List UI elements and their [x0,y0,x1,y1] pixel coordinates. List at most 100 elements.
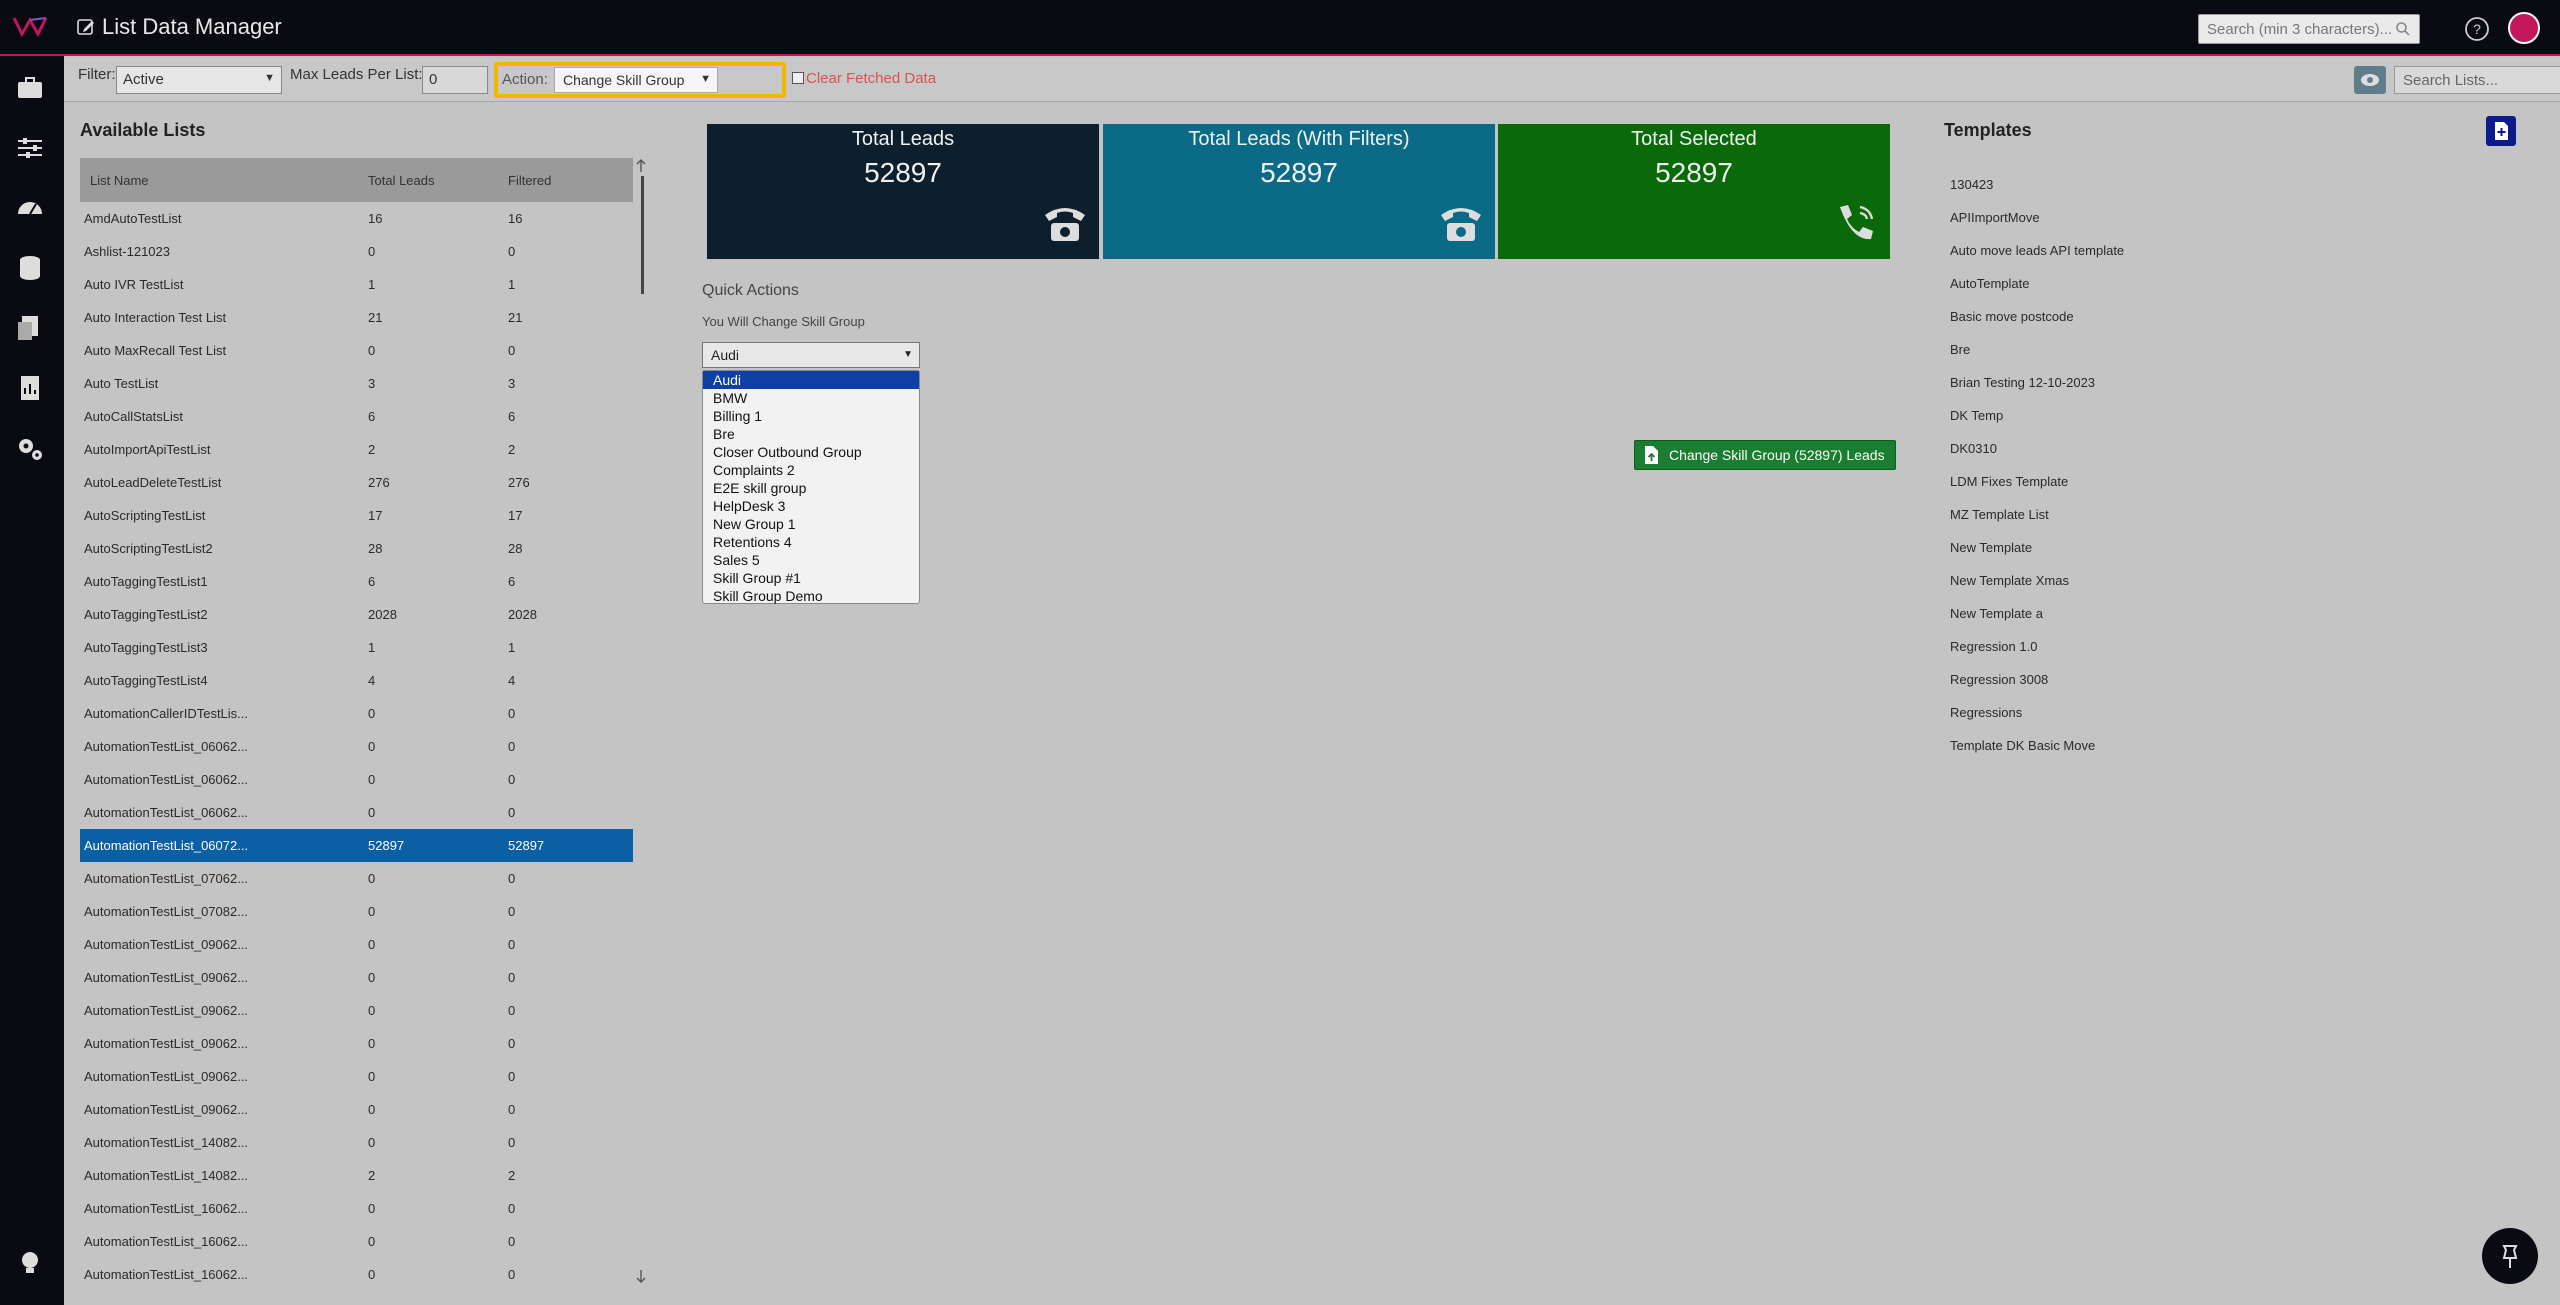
dropdown-option[interactable]: Bre [703,425,919,443]
table-row[interactable]: AutomationTestList_16062... 0 0 [80,1192,633,1225]
table-row[interactable]: Auto IVR TestList 1 1 [80,268,633,301]
table-row[interactable]: AutomationTestList_06062... 0 0 [80,730,633,763]
pin-button[interactable] [2482,1228,2538,1284]
clear-fetched-checkbox[interactable] [792,72,804,84]
template-item[interactable]: DK Temp [1944,399,2514,432]
help-icon[interactable]: ? [2464,16,2490,42]
table-row[interactable]: AutoTaggingTestList1 6 6 [80,565,633,598]
clear-fetched-label[interactable]: Clear Fetched Data [806,70,936,87]
dropdown-option[interactable]: New Group 1 [703,515,919,533]
template-item[interactable]: APIImportMove [1944,201,2514,234]
dropdown-option[interactable]: Complaints 2 [703,461,919,479]
table-row[interactable]: AutomationTestList_06072... 52897 52897 [80,829,633,862]
sliders-icon[interactable] [14,132,46,164]
skill-group-select[interactable]: Audi ▼ [702,342,920,368]
table-row[interactable]: AutoTaggingTestList4 4 4 [80,664,633,697]
dropdown-option[interactable]: E2E skill group [703,479,919,497]
template-item[interactable]: 130423 [1944,168,2514,201]
dropdown-option[interactable]: Closer Outbound Group [703,443,919,461]
scrollbar-thumb[interactable] [641,176,644,294]
action-label: Action: [502,71,548,88]
change-skill-group-button[interactable]: Change Skill Group (52897) Leads [1634,440,1896,470]
template-item[interactable]: New Template a [1944,597,2514,630]
support-icon[interactable] [14,1246,46,1278]
toggle-visibility-button[interactable] [2354,66,2386,94]
template-item[interactable]: AutoTemplate [1944,267,2514,300]
template-item[interactable]: Regression 3008 [1944,663,2514,696]
table-row[interactable]: AutomationTestList_16062... 0 0 [80,1258,633,1286]
briefcase-icon[interactable] [14,72,46,104]
global-search-input[interactable]: Search (min 3 characters)... [2198,14,2420,44]
column-header-filtered[interactable]: Filtered [504,173,624,188]
filtered-cell: 0 [508,904,516,919]
filter-select[interactable]: Active ▼ [116,66,282,94]
template-item[interactable]: Regressions [1944,696,2514,729]
list-scrollbar[interactable] [636,158,646,1284]
table-row[interactable]: Auto MaxRecall Test List 0 0 [80,334,633,367]
table-row[interactable]: AutomationTestList_07062... 0 0 [80,862,633,895]
dropdown-option[interactable]: Skill Group Demo [703,587,919,605]
table-row[interactable]: Auto Interaction Test List 21 21 [80,301,633,334]
dropdown-option[interactable]: Sales 5 [703,551,919,569]
dropdown-option[interactable]: Retentions 4 [703,533,919,551]
table-row[interactable]: AutomationTestList_06062... 0 0 [80,796,633,829]
table-row[interactable]: AutoScriptingTestList2 28 28 [80,532,633,565]
files-icon[interactable] [14,312,46,344]
dashboard-icon[interactable] [14,192,46,224]
table-row[interactable]: AutoTaggingTestList2 2028 2028 [80,598,633,631]
table-row[interactable]: AutomationTestList_14082... 0 0 [80,1126,633,1159]
table-row[interactable]: AutomationTestList_07082... 0 0 [80,895,633,928]
table-row[interactable]: AutomationTestList_06062... 0 0 [80,763,633,796]
user-avatar[interactable] [2508,12,2540,44]
table-row[interactable]: AutomationTestList_09062... 0 0 [80,961,633,994]
database-icon[interactable] [14,252,46,284]
table-row[interactable]: AutomationTestList_14082... 2 2 [80,1159,633,1192]
max-leads-input[interactable]: 0 [422,66,488,94]
table-row[interactable]: AutomationTestList_09062... 0 0 [80,1060,633,1093]
template-item[interactable]: DK0310 [1944,432,2514,465]
template-item[interactable]: Auto move leads API template [1944,234,2514,267]
dropdown-option[interactable]: BMW [703,389,919,407]
template-item[interactable]: New Template Xmas [1944,564,2514,597]
table-body: AmdAutoTestList 16 16 Ashlist-121023 0 0 Auto … [80,202,633,1286]
template-item[interactable]: LDM Fixes Template [1944,465,2514,498]
column-header-list-name[interactable]: List Name [80,173,364,188]
template-item[interactable]: Bre [1944,333,2514,366]
table-row[interactable]: AutomationTestList_09062... 0 0 [80,994,633,1027]
table-row[interactable]: AutomationTestList_09062... 0 0 [80,1027,633,1060]
add-template-button[interactable] [2486,116,2516,146]
pin-icon [2502,1245,2518,1268]
template-item[interactable]: Regression 1.0 [1944,630,2514,663]
table-row[interactable]: AutomationTestList_09062... 0 0 [80,928,633,961]
template-item[interactable]: Template DK Basic Move [1944,729,2514,762]
settings-icon[interactable] [14,432,46,464]
table-row[interactable]: AmdAutoTestList 16 16 [80,202,633,235]
total-leads-cell: 0 [368,343,376,358]
table-row[interactable]: AutoTaggingTestList3 1 1 [80,631,633,664]
table-row[interactable]: AutoScriptingTestList 17 17 [80,499,633,532]
table-row[interactable]: AutoCallStatsList 6 6 [80,400,633,433]
total-leads-cell: 21 [368,310,383,325]
column-header-total-leads[interactable]: Total Leads [364,173,504,188]
table-row[interactable]: AutomationCallerIDTestLis... 0 0 [80,697,633,730]
app-logo[interactable] [12,14,48,42]
dropdown-option[interactable]: Audi [703,371,919,389]
table-row[interactable]: AutoLeadDeleteTestList 276 276 [80,466,633,499]
action-select[interactable]: Change Skill Group ▼ [554,67,718,93]
dropdown-option[interactable]: Billing 1 [703,407,919,425]
dropdown-option[interactable]: Skill Group #1 [703,569,919,587]
search-lists-input[interactable]: Search Lists... [2394,66,2560,94]
table-row[interactable]: Ashlist-121023 0 0 [80,235,633,268]
template-item[interactable]: Brian Testing 12-10-2023 [1944,366,2514,399]
dropdown-option[interactable]: HelpDesk 3 [703,497,919,515]
table-row[interactable]: AutomationTestList_16062... 0 0 [80,1225,633,1258]
table-row[interactable]: Auto TestList 3 3 [80,367,633,400]
table-row[interactable]: AutoImportApiTestList 2 2 [80,433,633,466]
template-item[interactable]: Basic move postcode [1944,300,2514,333]
template-item[interactable]: MZ Template List [1944,498,2514,531]
table-row[interactable]: AutomationTestList_09062... 0 0 [80,1093,633,1126]
report-icon[interactable] [14,372,46,404]
list-name-cell: AutomationTestList_06072... [84,838,249,853]
list-name-cell: AutomationTestList_09062... [84,937,249,952]
template-item[interactable]: New Template [1944,531,2514,564]
